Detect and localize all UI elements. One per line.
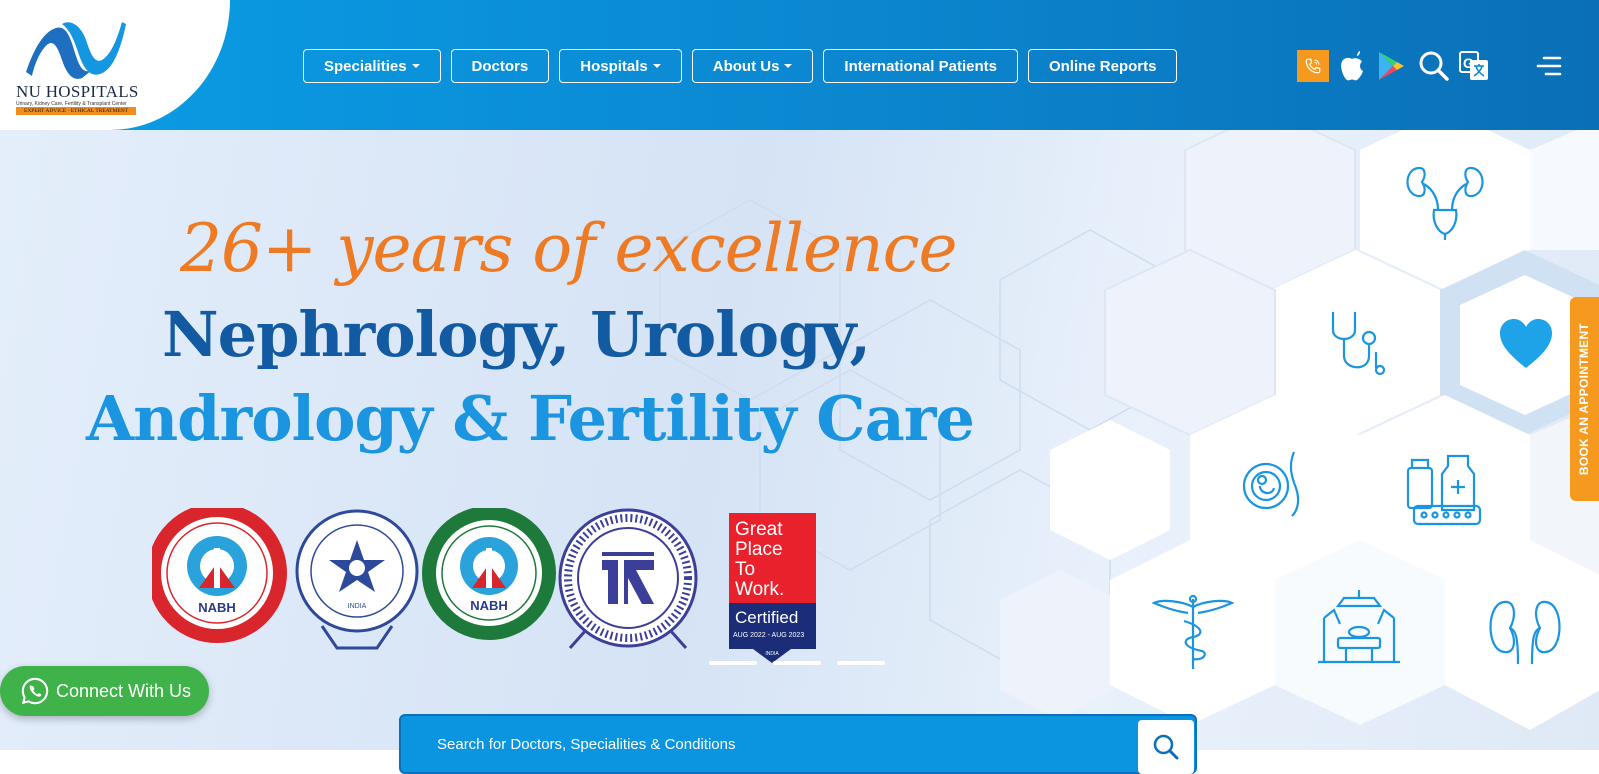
nabh-nursing-label: NABH: [470, 598, 508, 613]
caret-down-icon: [784, 64, 793, 68]
medicine-icon: [1406, 454, 1482, 526]
carousel-dot-3[interactable]: [837, 661, 885, 665]
logo[interactable]: NU HOSPITALS Urinary, Kidney Care, Ferti…: [0, 0, 230, 130]
nabl-india-label: INDIA: [348, 603, 367, 610]
nav-hospitals[interactable]: Hospitals: [559, 49, 682, 83]
gptw-line2: Place: [735, 539, 783, 560]
gptw-certified: Certified: [735, 608, 798, 627]
translate-button[interactable]: G: [1458, 50, 1490, 82]
nav-specialities[interactable]: Specialities: [303, 49, 441, 83]
pregnancy-icon: [1242, 451, 1300, 517]
translate-icon: G: [1459, 51, 1488, 80]
nav-about-us-label: About Us: [712, 57, 780, 75]
nav-doctors[interactable]: Doctors: [450, 49, 550, 83]
hero-banner: 26+ years of excellence Nephrology, Urol…: [0, 130, 1599, 750]
menu-icon: [1536, 56, 1562, 76]
whatsapp-icon: [21, 677, 49, 705]
gptw-dates: AUG 2022 - AUG 2023: [733, 632, 804, 639]
nu-logo-icon: [26, 22, 126, 79]
great-place-to-work-badge: Great Place To Work. Certified AUG 2022 …: [729, 513, 816, 663]
doctor-search-bar: [399, 714, 1197, 774]
nav-international-patients[interactable]: International Patients: [823, 49, 1018, 83]
hero-headline-line1: Nephrology, Urology,: [162, 298, 871, 371]
apple-app-store-link[interactable]: [1338, 50, 1366, 82]
header-search-button[interactable]: [1418, 50, 1450, 82]
main-nav: Specialities Doctors Hospitals About Us …: [303, 49, 1178, 83]
hero-headline-tagline: 26+ years of excellence: [180, 210, 958, 287]
heart-icon: [1500, 319, 1552, 368]
iso-badge: [558, 508, 698, 649]
accreditation-badges: NABH INDIA NABH: [152, 508, 698, 650]
gptw-line4: Work.: [735, 579, 784, 600]
search-icon: [1419, 51, 1449, 81]
gptw-line3: To: [735, 559, 755, 580]
phone-button[interactable]: [1297, 50, 1329, 82]
nav-online-reports[interactable]: Online Reports: [1027, 49, 1178, 83]
hero-headline-line2: Andrology & Fertility Care: [86, 382, 975, 455]
carousel-indicators: [709, 661, 885, 665]
robotic-surgery-icon: [1318, 590, 1400, 664]
menu-button[interactable]: [1536, 50, 1562, 82]
connect-with-us-label: Connect With Us: [56, 680, 192, 701]
phone-icon: [1297, 50, 1329, 82]
kidney-bladder-icon: [1406, 166, 1484, 240]
nabh-label: NABH: [198, 600, 236, 615]
nav-online-reports-label: Online Reports: [1048, 57, 1157, 75]
logo-title: NU HOSPITALS: [16, 82, 139, 101]
search-submit-button[interactable]: [1138, 720, 1194, 774]
caduceus-icon: [1152, 594, 1234, 669]
stethoscope-icon: [1331, 312, 1386, 376]
nav-hospitals-label: Hospitals: [580, 57, 648, 75]
kidneys-icon: [1489, 600, 1561, 665]
apple-icon: [1341, 51, 1363, 81]
caret-down-icon: [652, 64, 661, 68]
gptw-line1: Great: [735, 519, 783, 540]
nav-international-label: International Patients: [844, 57, 997, 75]
site-header: NU HOSPITALS Urinary, Kidney Care, Ferti…: [0, 0, 1599, 130]
caret-down-icon: [411, 64, 420, 68]
nabl-badge: INDIA: [295, 509, 419, 650]
book-appointment-label: BOOK AN APPOINTMENT: [1577, 322, 1592, 476]
logo-tagline: EXPERT ADVICE · ETHICAL TREATMENT: [16, 107, 136, 115]
carousel-dot-1[interactable]: [709, 661, 757, 665]
nav-doctors-label: Doctors: [471, 57, 529, 75]
gptw-country: INDIA: [765, 651, 779, 657]
search-input[interactable]: [437, 732, 1077, 756]
search-icon: [1153, 734, 1179, 760]
connect-with-us-button[interactable]: Connect With Us: [0, 666, 209, 716]
book-appointment-tab[interactable]: BOOK AN APPOINTMENT: [1570, 297, 1599, 501]
google-play-link[interactable]: [1376, 50, 1406, 82]
nav-specialities-label: Specialities: [324, 57, 407, 75]
google-play-icon: [1379, 52, 1404, 80]
nabh-accredited-badge: NABH: [152, 508, 287, 643]
carousel-dot-2[interactable]: [773, 661, 821, 665]
nabh-nursing-badge: NABH: [422, 508, 556, 640]
nav-about-us[interactable]: About Us: [691, 49, 814, 83]
